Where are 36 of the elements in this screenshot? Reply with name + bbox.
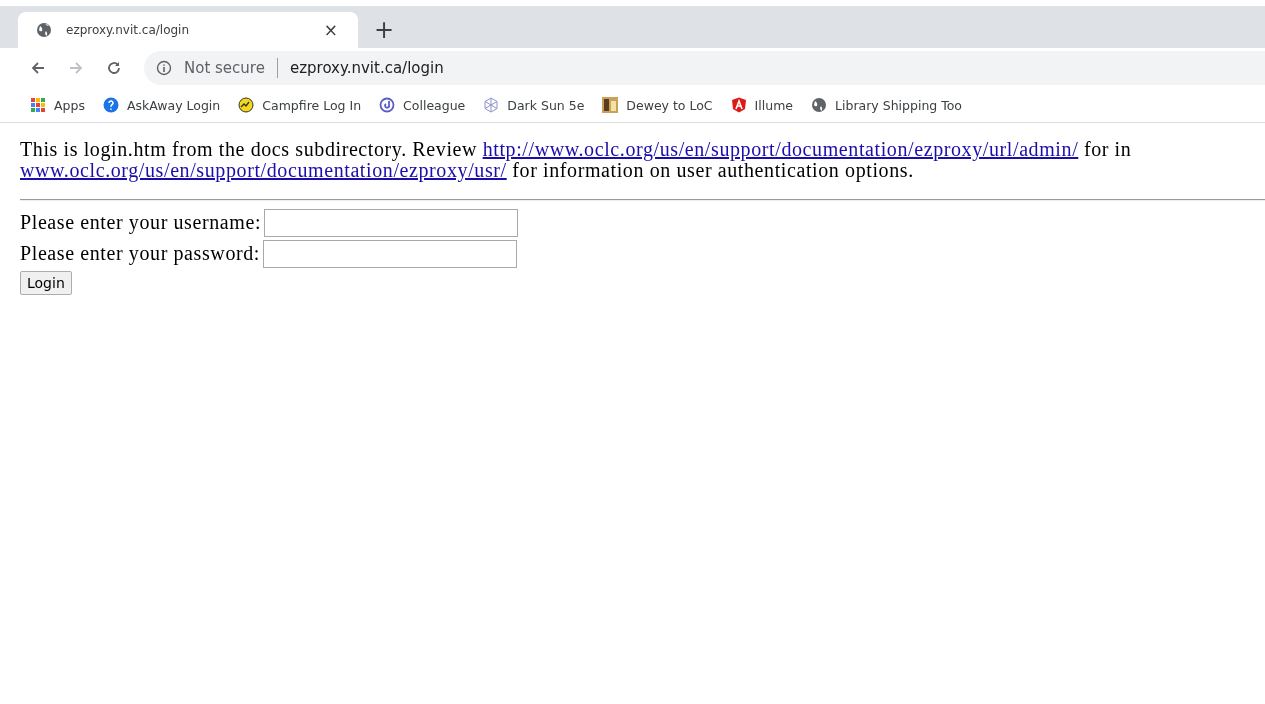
close-tab-button[interactable]: × <box>323 20 338 40</box>
globe-icon <box>811 97 828 113</box>
url-text: ezproxy.nvit.ca/login <box>289 59 444 77</box>
forward-icon[interactable] <box>68 60 84 76</box>
intro-text: This is login.htm from the docs subdirectory. Review http://www.oclc.org/us/en/support/documentation/ezproxy/url/admin/ for in <box>20 139 1133 160</box>
login-button[interactable]: Login <box>20 271 72 295</box>
bookmark[interactable]: Illume <box>730 97 794 113</box>
hexagon-icon <box>483 97 500 113</box>
security-label: Not secure <box>184 59 265 77</box>
globe-icon <box>36 22 52 38</box>
bookmark[interactable]: Apps <box>30 97 85 113</box>
bookmark[interactable]: Dewey to LoC <box>602 97 713 113</box>
bookmark[interactable]: Colleague <box>379 97 466 113</box>
question-icon <box>102 97 119 113</box>
shield-letter-icon <box>730 97 747 113</box>
input-field[interactable] <box>263 239 518 268</box>
browser-tab[interactable]: ezproxy.nvit.ca/login × <box>18 12 358 48</box>
field-label: Please enter your username: <box>20 211 262 234</box>
campfire-icon <box>238 97 255 113</box>
apps-grid-icon <box>30 97 46 113</box>
input-field[interactable] <box>264 208 519 237</box>
reload-icon[interactable] <box>106 60 122 76</box>
back-icon[interactable] <box>30 60 46 76</box>
photo-icon <box>602 97 619 113</box>
swirl-icon <box>379 97 396 113</box>
bookmark[interactable]: Library Shipping Too <box>811 97 963 113</box>
new-tab-button[interactable]: + <box>374 18 395 42</box>
admin-docs-link[interactable]: http://www.oclc.org/us/en/support/documentation/ezproxy/url/admin/ <box>482 138 1079 160</box>
bookmark[interactable]: Dark Sun 5e <box>483 97 585 113</box>
bookmark[interactable]: Campfire Log In <box>238 97 362 113</box>
info-icon <box>156 60 172 76</box>
tab-title: ezproxy.nvit.ca/login <box>66 23 191 37</box>
bookmark[interactable]: AskAway Login <box>102 97 221 113</box>
address-bar[interactable]: Not secure ezproxy.nvit.ca/login <box>144 51 1265 85</box>
intro-text: www.oclc.org/us/en/support/documentation/ezproxy/usr/ for information on user authentication options. <box>20 160 914 181</box>
field-label: Please enter your password: <box>20 242 261 265</box>
